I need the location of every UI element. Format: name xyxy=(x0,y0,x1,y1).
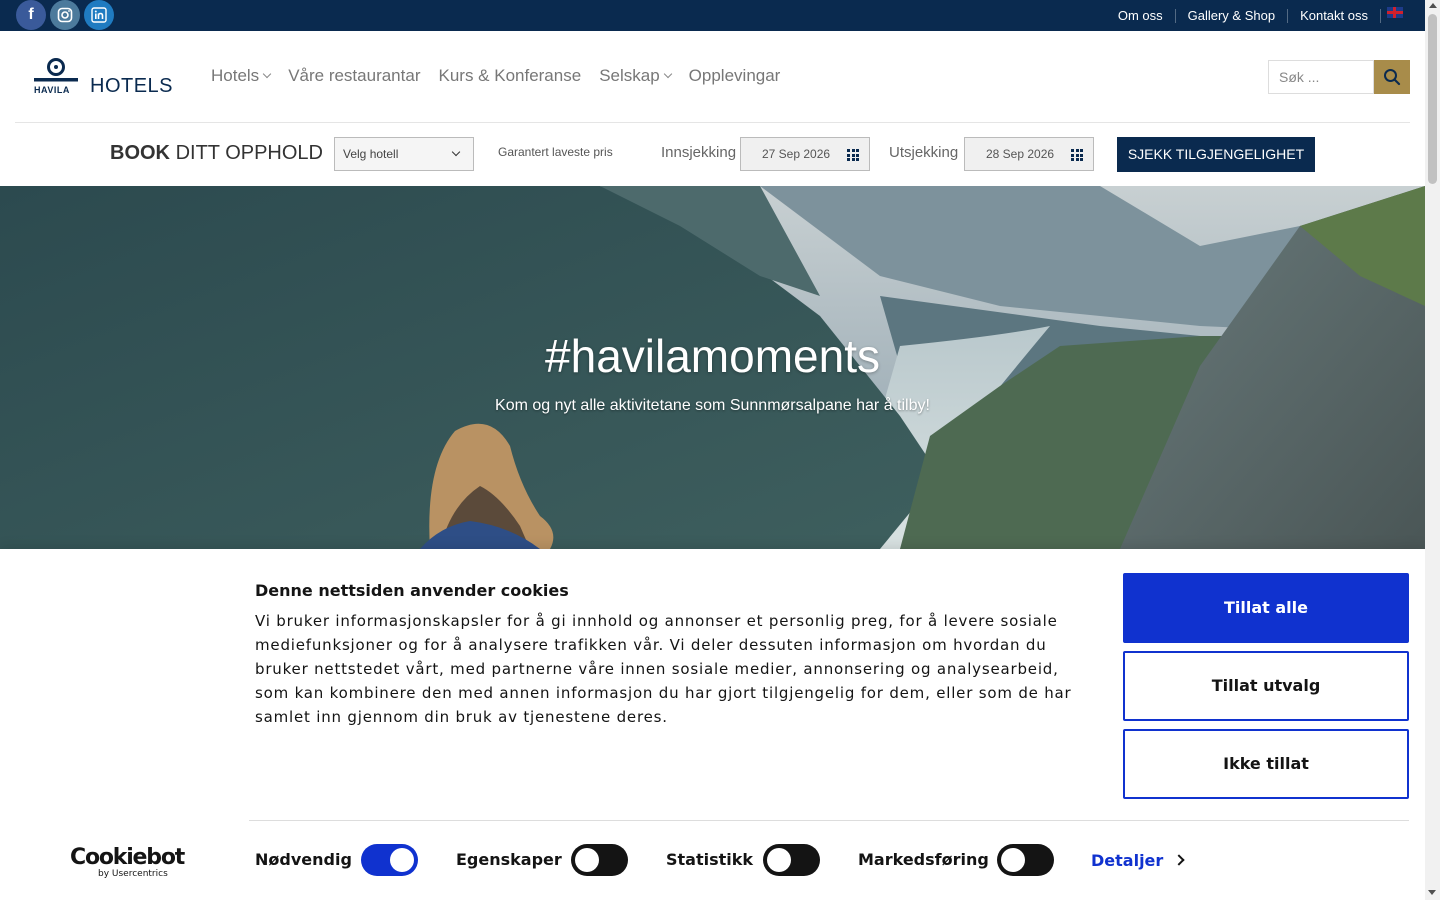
top-links: Om oss Gallery & Shop Kontakt oss xyxy=(1106,0,1425,31)
calendar-icon xyxy=(847,149,859,161)
facebook-icon[interactable]: f xyxy=(16,0,46,30)
linkedin-icon[interactable] xyxy=(84,0,114,30)
checkin-date-value: 27 Sep 2026 xyxy=(762,147,831,161)
toggle-statistics[interactable] xyxy=(763,844,820,876)
logo-small-text: HAVILA xyxy=(34,85,70,95)
hero-banner: #havilamoments Kom og nyt alle aktivitet… xyxy=(0,186,1425,549)
booking-title-rest: DITT OPPHOLD xyxy=(175,142,323,164)
nav-hotels[interactable]: Hotels xyxy=(211,66,272,86)
details-link[interactable]: Detaljer xyxy=(1091,851,1163,870)
hero-title: #havilamoments xyxy=(545,330,880,382)
cookie-description: Vi bruker informasjonskapsler for å gi i… xyxy=(255,612,1072,726)
top-link-gallery-shop[interactable]: Gallery & Shop xyxy=(1176,8,1289,23)
chevron-down-icon xyxy=(451,147,461,157)
toggle-knob xyxy=(390,848,414,872)
allow-selection-button[interactable]: Tillat utvalg xyxy=(1123,651,1409,721)
chevron-down-icon xyxy=(262,69,272,79)
hotel-select[interactable]: Velg hotell xyxy=(334,137,474,171)
page-scrollbar[interactable] xyxy=(1425,0,1440,900)
cookie-consent-banner: Denne nettsiden anvender cookies Vi bruk… xyxy=(0,549,1425,900)
checkout-date-field[interactable]: 28 Sep 2026 xyxy=(964,137,1094,171)
main-nav: Hotels Våre restaurantar Kurs & Konferan… xyxy=(211,66,798,86)
booking-title: BOOK DITT OPPHOLD xyxy=(110,142,323,165)
search-input[interactable]: Søk ... xyxy=(1268,60,1374,94)
uk-flag-icon[interactable] xyxy=(1387,7,1403,18)
checkout-label: Utsjekking xyxy=(889,144,959,161)
checkout-date-value: 28 Sep 2026 xyxy=(986,147,1055,161)
nav-hotels-label: Hotels xyxy=(211,66,260,85)
toggle-necessary[interactable] xyxy=(361,844,418,876)
top-link-about[interactable]: Om oss xyxy=(1106,8,1176,23)
deny-button[interactable]: Ikke tillat xyxy=(1123,729,1409,799)
header: HAVILA HOTELS Hotels Våre restaurantar K… xyxy=(0,31,1425,123)
cookiebot-brand: Cookiebot xyxy=(70,845,185,870)
hero-subtitle: Kom og nyt alle aktivitetane som Sunnmør… xyxy=(495,397,930,414)
allow-all-button[interactable]: Tillat alle xyxy=(1123,573,1409,643)
cookie-divider xyxy=(249,820,1409,821)
toggle-label-necessary: Nødvendig xyxy=(255,850,352,869)
chevron-right-icon[interactable] xyxy=(1173,854,1185,866)
nav-courses-conferences[interactable]: Kurs & Konferanse xyxy=(438,66,581,86)
scroll-down-arrow-icon[interactable] xyxy=(1428,890,1436,895)
cookiebot-logo: Cookiebot by Usercentrics xyxy=(70,845,185,879)
booking-bar: BOOK DITT OPPHOLD Velg hotell Garantert … xyxy=(0,123,1425,186)
check-availability-button[interactable]: SJEKK TILGJENGELIGHET xyxy=(1117,137,1315,172)
nav-events-label: Selskap xyxy=(599,66,660,85)
top-bar: f Om oss Gallery & Shop Kontakt oss xyxy=(0,0,1425,31)
toggle-label-preferences: Egenskaper xyxy=(456,850,562,869)
chevron-down-icon xyxy=(663,69,672,79)
toggle-knob xyxy=(575,848,599,872)
toggle-marketing[interactable] xyxy=(997,844,1054,876)
havila-hotels-logo[interactable]: HAVILA HOTELS xyxy=(33,57,173,101)
instagram-icon[interactable] xyxy=(50,0,80,30)
toggle-knob xyxy=(1001,848,1025,872)
calendar-icon xyxy=(1071,149,1083,161)
nav-events[interactable]: Selskap xyxy=(599,66,672,86)
toggle-knob xyxy=(767,848,791,872)
cookie-title: Denne nettsiden anvender cookies xyxy=(255,581,569,600)
checkin-date-field[interactable]: 27 Sep 2026 xyxy=(740,137,870,171)
toggle-label-marketing: Markedsføring xyxy=(858,850,989,869)
toggle-label-statistics: Statistikk xyxy=(666,850,754,869)
search-icon xyxy=(1384,69,1401,86)
search-button[interactable] xyxy=(1374,60,1410,94)
scroll-up-arrow-icon[interactable] xyxy=(1429,3,1437,8)
logo-text: HOTELS xyxy=(90,75,174,97)
price-guarantee-text: Garantert laveste pris xyxy=(498,145,613,159)
nav-experiences[interactable]: Opplevingar xyxy=(689,66,781,86)
top-link-contact[interactable]: Kontakt oss xyxy=(1288,8,1381,23)
hotel-select-value: Velg hotell xyxy=(343,147,399,161)
cookiebot-by-text: by Usercentrics xyxy=(98,869,168,879)
scroll-thumb[interactable] xyxy=(1428,14,1437,184)
booking-title-bold: BOOK xyxy=(110,142,170,164)
nav-restaurants[interactable]: Våre restaurantar xyxy=(288,66,420,86)
toggle-preferences[interactable] xyxy=(571,844,628,876)
checkin-label: Innsjekking xyxy=(661,144,737,161)
